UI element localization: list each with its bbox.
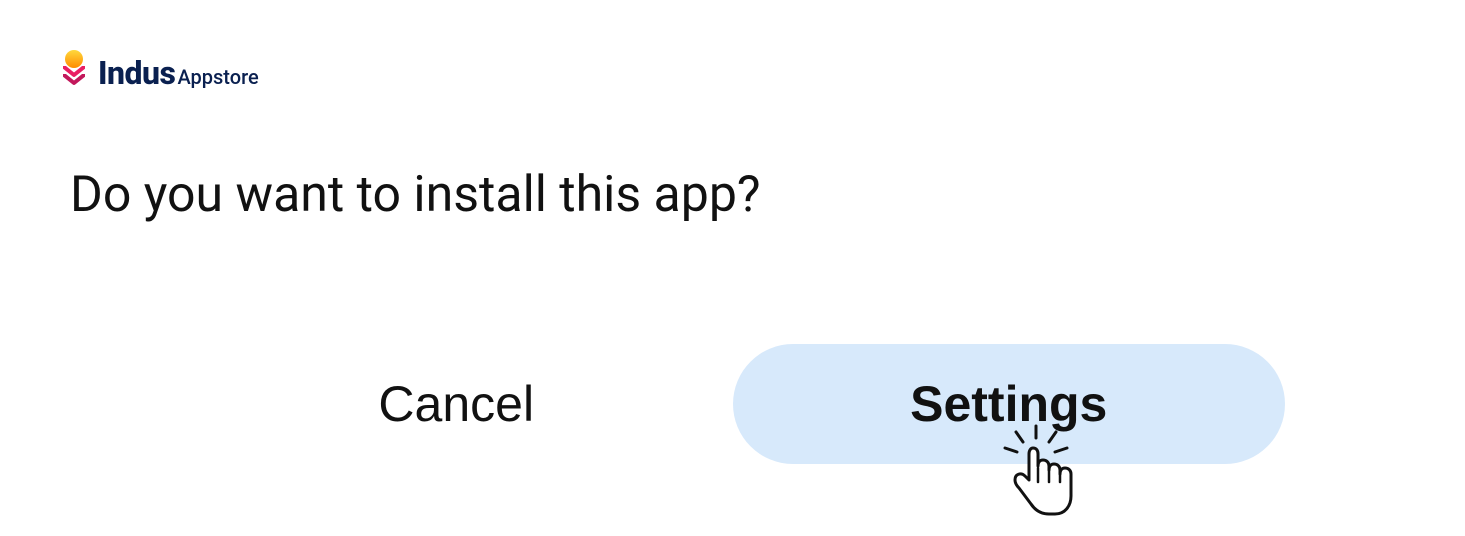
tap-pointer-icon: [991, 424, 1081, 524]
dialog-buttons: Cancel Settings: [60, 344, 1405, 464]
dialog-prompt: Do you want to install this app?: [60, 166, 1405, 224]
indus-logo-icon: [60, 50, 88, 96]
app-logo: Indus Appstore: [60, 50, 1405, 96]
install-dialog: Indus Appstore Do you want to install th…: [0, 0, 1465, 520]
logo-text: Indus Appstore: [98, 54, 259, 92]
cancel-button[interactable]: Cancel: [180, 344, 733, 464]
settings-button[interactable]: Settings: [733, 344, 1286, 464]
cancel-button-label: Cancel: [378, 375, 534, 433]
logo-brand-secondary: Appstore: [177, 65, 258, 89]
logo-brand-primary: Indus: [98, 54, 175, 92]
